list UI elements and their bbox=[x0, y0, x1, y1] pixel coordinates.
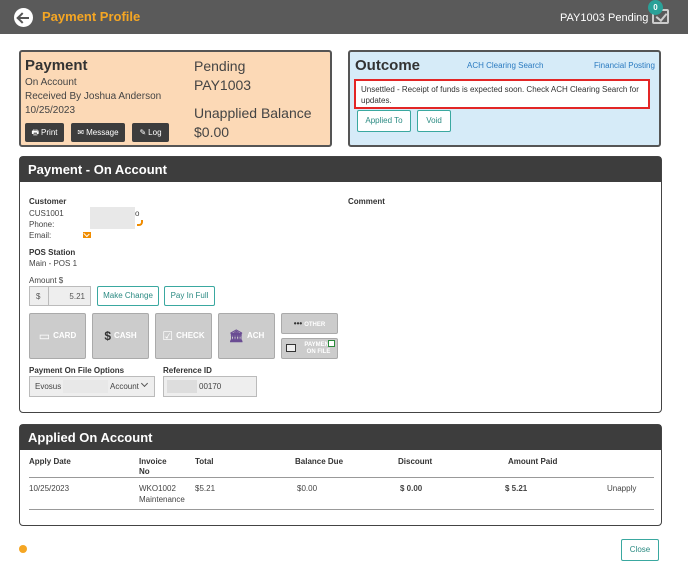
row-divider bbox=[29, 509, 654, 510]
payment-card-title: Payment bbox=[25, 57, 88, 74]
payment-date: 10/25/2023 bbox=[25, 105, 76, 116]
print-button[interactable]: 🖶 Print bbox=[25, 123, 64, 142]
envelope-icon: ✉ bbox=[77, 128, 85, 137]
row-invoice-type: Maintenance bbox=[139, 495, 185, 504]
comment-label: Comment bbox=[348, 197, 385, 206]
log-button[interactable]: ✎ Log bbox=[132, 123, 169, 142]
row-apply-date: 10/25/2023 bbox=[29, 484, 70, 493]
back-arrow-icon[interactable] bbox=[14, 8, 33, 27]
amount-input[interactable]: $ 5.21 bbox=[29, 286, 91, 306]
amount-value: 5.21 bbox=[69, 292, 85, 301]
check-tender-button[interactable]: ☑ CHECK bbox=[155, 313, 212, 359]
dollar-icon: $ bbox=[104, 329, 111, 343]
header-payment-id: PAY1003 bbox=[560, 12, 605, 24]
card-file-icon bbox=[286, 344, 296, 352]
void-button[interactable]: Void bbox=[417, 110, 451, 132]
redacted-account bbox=[63, 380, 108, 393]
message-button[interactable]: ✉ Message bbox=[71, 123, 125, 142]
payment-status: Pending bbox=[194, 58, 246, 74]
payment-on-account-panel: Payment - On Account Customer CUS1001 o … bbox=[19, 156, 662, 413]
unapplied-balance-label: Unapplied Balance bbox=[194, 105, 312, 121]
unapplied-balance-value: $0.00 bbox=[194, 124, 230, 140]
col-balance-due: Balance Due bbox=[295, 457, 344, 466]
outcome-card: Outcome ACH Clearing Search Financial Po… bbox=[348, 50, 661, 147]
dots-icon: ••• bbox=[293, 319, 303, 328]
phone-label: Phone: bbox=[29, 220, 55, 229]
top-bar: Payment Profile PAY1003 Pending 0 bbox=[0, 0, 688, 34]
ach-clearing-search-link[interactable]: ACH Clearing Search bbox=[467, 61, 543, 70]
printer-icon: 🖶 bbox=[31, 128, 40, 137]
customer-name-suffix: o bbox=[135, 209, 140, 218]
col-total: Total bbox=[195, 457, 214, 466]
ach-tender-button[interactable]: 🏛 ACH bbox=[218, 313, 275, 359]
reference-id-input[interactable]: 00170 bbox=[163, 376, 257, 397]
payment-panel-title: Payment - On Account bbox=[20, 157, 661, 182]
notification-badge: 0 bbox=[648, 0, 663, 15]
outcome-title: Outcome bbox=[355, 57, 421, 74]
col-amount-paid: Amount Paid bbox=[508, 457, 558, 466]
pos-station-value: Main - POS 1 bbox=[29, 259, 78, 268]
header-status: Pending bbox=[608, 12, 649, 24]
customer-label: Customer bbox=[29, 197, 67, 206]
page-title: Payment Profile bbox=[42, 9, 141, 24]
header-divider bbox=[29, 477, 654, 478]
payment-summary-card: Payment On Account Received By Joshua An… bbox=[19, 50, 332, 147]
row-balance-due: $0.00 bbox=[297, 484, 318, 493]
financial-posting-link[interactable]: Financial Posting bbox=[594, 61, 655, 70]
applied-panel-title: Applied On Account bbox=[20, 425, 661, 450]
pay-in-full-button[interactable]: Pay In Full bbox=[164, 286, 215, 306]
reference-id-label: Reference ID bbox=[163, 366, 212, 375]
redacted-customer-info bbox=[90, 207, 135, 229]
log-icon: ✎ bbox=[139, 128, 147, 137]
info-icon[interactable] bbox=[19, 545, 27, 553]
amount-label: Amount $ bbox=[29, 276, 64, 285]
applied-to-button[interactable]: Applied To bbox=[357, 110, 411, 132]
pos-station-label: POS Station bbox=[29, 248, 76, 257]
make-change-button[interactable]: Make Change bbox=[97, 286, 159, 306]
bank-icon: 🏛 bbox=[228, 329, 244, 343]
other-tender-button[interactable]: ••• OTHER bbox=[281, 313, 338, 334]
payment-on-file-options-label: Payment On File Options bbox=[29, 366, 125, 375]
applied-on-account-panel: Applied On Account Apply Date Invoice No… bbox=[19, 424, 662, 526]
phone-icon[interactable] bbox=[137, 220, 143, 226]
row-invoice-link[interactable]: WKO1002 bbox=[139, 484, 176, 493]
unapply-link[interactable]: Unapply bbox=[607, 484, 636, 493]
payment-id: PAY1003 bbox=[194, 77, 252, 93]
redacted-reference bbox=[167, 380, 197, 393]
card-icon: ▭ bbox=[38, 329, 51, 343]
col-apply-date: Apply Date bbox=[29, 457, 71, 466]
row-total: $5.21 bbox=[195, 484, 216, 493]
received-by: Received By Joshua Anderson bbox=[25, 91, 162, 102]
col-discount: Discount bbox=[398, 457, 433, 466]
close-button[interactable]: Close bbox=[621, 539, 659, 561]
row-discount: $ 0.00 bbox=[400, 484, 423, 493]
customer-id: CUS1001 bbox=[29, 209, 64, 218]
card-tender-button[interactable]: ▭ CARD bbox=[29, 313, 86, 359]
check-pen-icon: ☑ bbox=[162, 329, 174, 343]
row-amount-paid: $ 5.21 bbox=[505, 484, 528, 493]
payment-type: On Account bbox=[25, 77, 77, 88]
payment-on-file-button[interactable]: PAYMENT ON FILE bbox=[281, 338, 338, 359]
check-icon bbox=[328, 340, 335, 347]
col-invoice-no: Invoice No bbox=[139, 457, 167, 476]
payment-on-file-select[interactable]: Evosus Account bbox=[29, 376, 155, 397]
chevron-down-icon bbox=[140, 379, 149, 388]
cash-tender-button[interactable]: $ CASH bbox=[92, 313, 149, 359]
currency-symbol: $ bbox=[36, 292, 41, 301]
email-icon[interactable] bbox=[83, 232, 91, 238]
outcome-message: Unsettled - Receipt of funds is expected… bbox=[354, 79, 650, 109]
email-label: Email: bbox=[29, 231, 52, 240]
